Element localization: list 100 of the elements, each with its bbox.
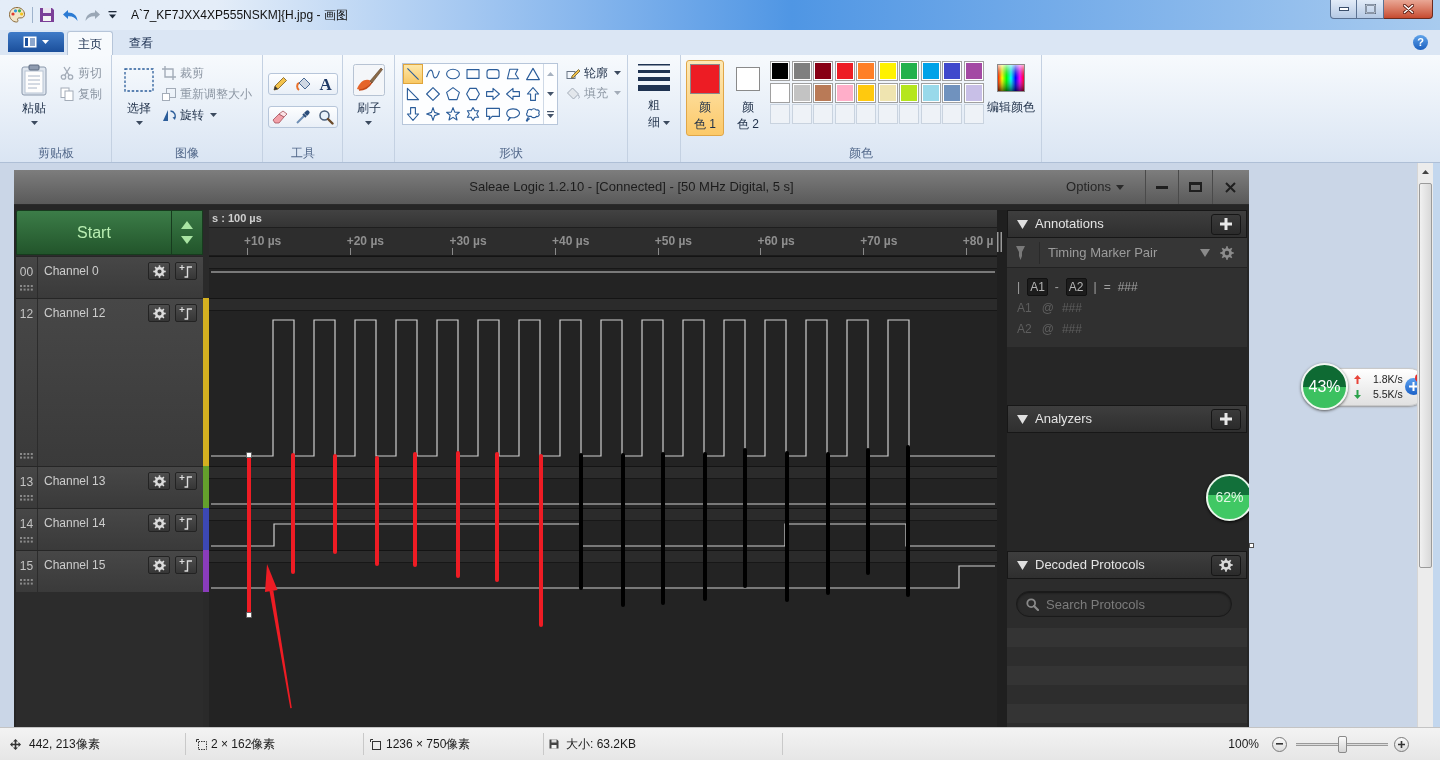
palette-swatch[interactable]	[944, 84, 960, 101]
ribbon-tab[interactable]: 查看	[118, 31, 164, 55]
trigger-button[interactable]	[175, 304, 197, 322]
color-slot-button[interactable]: 颜色 1	[686, 60, 724, 136]
palette-swatch[interactable]	[858, 63, 874, 79]
palette-swatch[interactable]	[879, 84, 896, 101]
select-button[interactable]: 选择	[120, 60, 158, 138]
palette-swatch[interactable]	[793, 63, 810, 79]
zoom-level: 100%	[1228, 736, 1259, 753]
tick-label: +50 µs	[654, 234, 693, 248]
at-sign: @	[1041, 300, 1054, 317]
trigger-button[interactable]	[175, 556, 197, 574]
oval-shape-icon	[445, 66, 461, 82]
palette-swatch[interactable]	[836, 63, 853, 79]
help-button[interactable]: ?	[1413, 35, 1428, 50]
zoom-slider-thumb[interactable]	[1337, 735, 1347, 753]
text-tool-button[interactable]: A	[314, 74, 337, 94]
trigger-button[interactable]	[175, 472, 197, 490]
palette-swatch[interactable]	[815, 84, 831, 101]
window-title: A`7_KF7JXX4XP555NSKM]{H.jpg - 画图	[131, 7, 348, 24]
rotate-button[interactable]: 旋转	[162, 104, 252, 125]
palette-swatch[interactable]	[836, 84, 853, 101]
grip-dots-icon	[20, 537, 33, 543]
channel-number: 14	[19, 516, 34, 533]
search-icon	[1026, 598, 1039, 611]
selection-handle[interactable]	[246, 612, 252, 618]
palette-swatch[interactable]	[772, 84, 788, 101]
add-button[interactable]	[1211, 408, 1241, 430]
tick-label: +70 µs	[860, 234, 898, 248]
panel-title: Analyzers	[1035, 410, 1093, 429]
line-width-button[interactable]: 粗细	[638, 64, 670, 131]
marker-value: ###	[1061, 300, 1082, 317]
group-label: 工具	[290, 144, 315, 162]
palette-swatch[interactable]	[965, 63, 982, 79]
channel-name: Channel 12	[44, 305, 106, 322]
shape-option[interactable]	[423, 104, 443, 124]
channel-settings-button[interactable]	[148, 514, 170, 532]
caret-icon	[614, 91, 621, 95]
paste-button[interactable]: 粘贴	[14, 60, 54, 138]
shape-option[interactable]	[403, 64, 423, 84]
palette-swatch[interactable]	[944, 63, 960, 79]
zoom-out-button[interactable]	[1272, 736, 1287, 752]
add-button[interactable]	[1211, 213, 1241, 235]
start-options-button[interactable]	[172, 210, 203, 255]
start-button[interactable]: Start	[16, 210, 172, 255]
zoom-in-button[interactable]	[1394, 736, 1409, 752]
outline-button[interactable]: 轮廓	[566, 63, 621, 83]
vertical-scrollbar[interactable]	[1417, 163, 1433, 727]
palette-swatch[interactable]	[858, 84, 874, 101]
shape-option[interactable]	[423, 84, 443, 104]
app-menu-button[interactable]	[8, 32, 64, 52]
search-field[interactable]: Search Protocols	[1016, 591, 1232, 617]
plus-icon	[1220, 413, 1232, 425]
channel-name: Channel 13	[44, 473, 106, 490]
brushes-button[interactable]: 刷子	[352, 64, 385, 125]
close-icon	[1224, 181, 1236, 193]
ribbon-tab[interactable]: 主页	[67, 31, 113, 55]
trigger-button[interactable]	[175, 514, 197, 532]
panel-title: Annotations	[1035, 215, 1104, 234]
palette-swatch[interactable]	[793, 84, 810, 101]
palette-swatch[interactable]	[965, 84, 982, 101]
marker-settings-button[interactable]	[1219, 244, 1235, 261]
palette-swatch[interactable]	[772, 63, 788, 79]
channel-name: Channel 0	[44, 263, 99, 280]
color-spectrum-icon	[997, 64, 1025, 92]
caret-icon	[614, 71, 621, 75]
tick-label: +10 µs	[244, 234, 282, 248]
marker-pair-label: Timing Marker Pair	[1048, 243, 1158, 262]
color-slot-button[interactable]: 颜色 2	[729, 60, 767, 136]
selection-size: 2 × 162像素	[211, 736, 276, 753]
palette-swatch[interactable]	[815, 63, 831, 79]
palette-swatch[interactable]	[922, 63, 939, 79]
selection-size-icon	[196, 738, 207, 750]
save-button[interactable]	[38, 6, 56, 24]
panel-settings-button[interactable]	[1211, 554, 1241, 576]
close-button[interactable]	[1384, 0, 1433, 19]
palette-swatch[interactable]	[879, 63, 896, 79]
formula-text: |	[1017, 279, 1021, 296]
channel-settings-button[interactable]	[148, 304, 170, 322]
minimize-button[interactable]	[1330, 0, 1357, 19]
selection-handle[interactable]	[246, 452, 252, 458]
scroll-up-icon	[1422, 169, 1429, 174]
dashed-selection-icon	[124, 68, 154, 92]
palette-swatch[interactable]	[901, 84, 917, 101]
edit-colors-button[interactable]: 编辑颜色	[985, 60, 1037, 136]
palette-swatch[interactable]	[922, 84, 939, 101]
trigger-button[interactable]	[175, 262, 197, 280]
channel-settings-button[interactable]	[148, 262, 170, 280]
channel-settings-button[interactable]	[148, 556, 170, 574]
channel-settings-button[interactable]	[148, 472, 170, 490]
group-label: 形状	[499, 144, 523, 162]
copy-pages-icon	[60, 86, 74, 101]
scrollbar-thumb[interactable]	[1419, 183, 1432, 568]
maximize-button[interactable]	[1357, 0, 1384, 19]
formula-text: =	[1103, 279, 1111, 296]
right-arrow-shape-icon	[485, 86, 501, 102]
line-width-icon	[638, 64, 670, 91]
palette-swatch[interactable]	[901, 63, 917, 79]
expand-gallery-icon	[547, 110, 554, 118]
resize-handle[interactable]	[1249, 543, 1254, 548]
